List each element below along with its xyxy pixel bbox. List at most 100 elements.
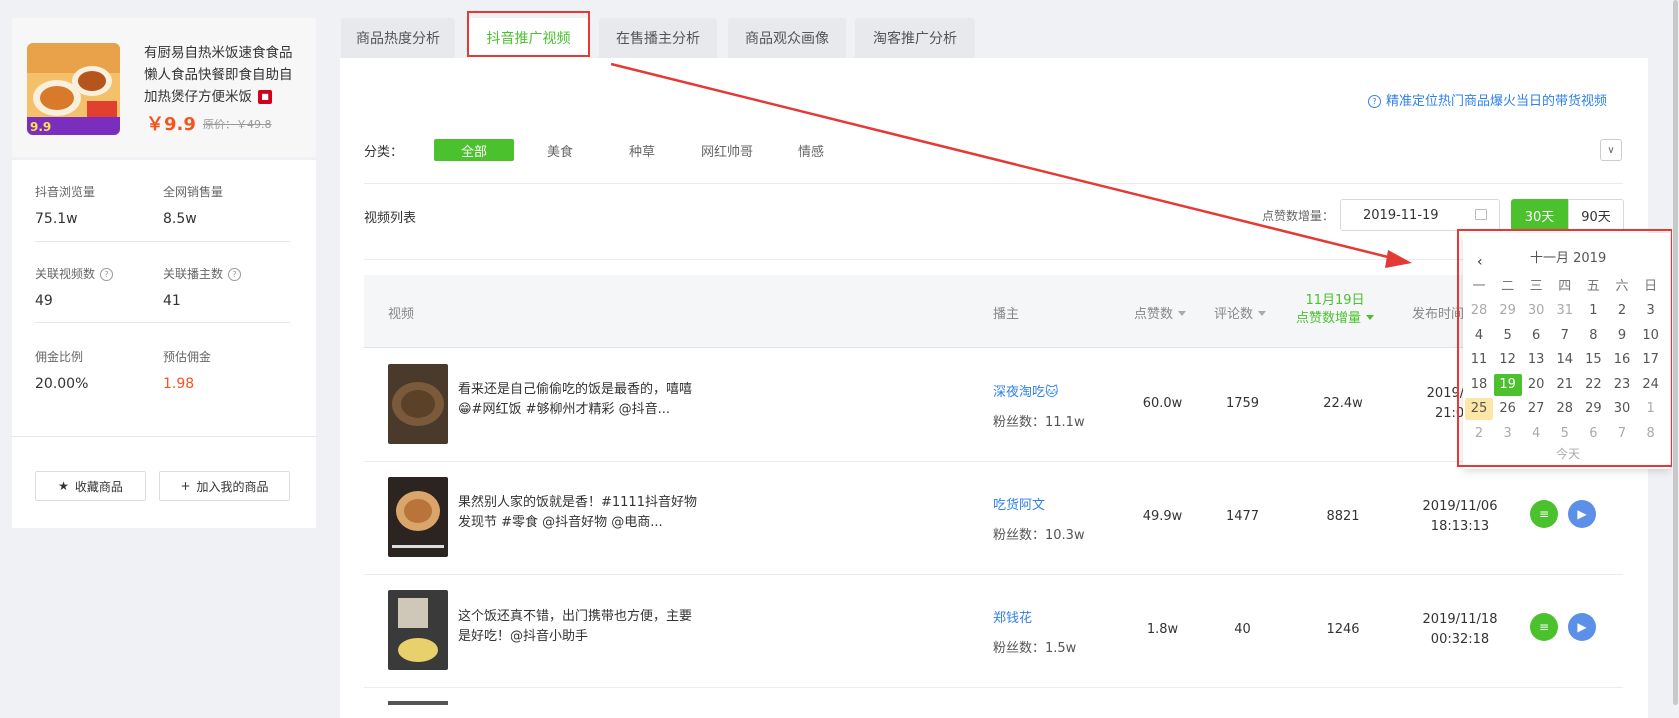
like-increase-value: 1246 <box>1326 622 1360 637</box>
divider <box>364 259 1623 260</box>
category-label: 分类： <box>364 145 404 160</box>
anchor-name-link[interactable]: 郑钱花 <box>993 607 1032 626</box>
anchor-name-link[interactable]: 深夜淘吃🐱 <box>993 381 1059 400</box>
publish-date: 2019/11/18 <box>1422 612 1498 627</box>
category-emotion[interactable]: 情感 <box>789 139 833 161</box>
category-all[interactable]: 全部 <box>434 139 514 161</box>
sort-down-icon <box>1366 315 1375 320</box>
stat-label-anchors-text: 关联播主数 <box>163 267 224 281</box>
video-description[interactable]: 这个饭还真不错，出门携带也方便，主要是好吃！@抖音小助手 <box>458 607 703 647</box>
tab-hot-analysis[interactable]: 商品热度分析 <box>341 18 455 58</box>
product-original-price: 原价：￥49.8 <box>203 118 272 131</box>
col-like-increase-day: 11月19日 <box>1305 293 1365 308</box>
stat-label-est-commission: 预估佣金 <box>163 350 212 364</box>
play-video-button[interactable]: ▶ <box>1568 500 1596 528</box>
publish-clock: 18:13:13 <box>1430 519 1490 534</box>
calendar-icon <box>1475 209 1487 220</box>
stat-value-commission-rate: 20.00% <box>35 376 89 392</box>
product-title[interactable]: 有厨易自热米饭速食食品懒人食品快餐即食自助自加热煲仔方便米饭 ■ <box>144 42 304 108</box>
col-comments[interactable]: 评论数 <box>1214 303 1267 322</box>
list-icon: ≡ <box>1538 620 1550 634</box>
favorite-label: 收藏商品 <box>74 479 123 494</box>
help-icon[interactable]: ? <box>228 268 242 281</box>
stat-label-anchors: 关联播主数? <box>163 265 242 282</box>
date-filter-label: 点赞数增量： <box>1262 209 1335 223</box>
row-divider <box>364 461 1623 462</box>
stat-label-videos: 关联视频数? <box>35 265 114 282</box>
detail-list-button[interactable]: ≡ <box>1530 613 1558 641</box>
tab-audience-profile[interactable]: 商品观众画像 <box>728 18 846 58</box>
star-icon: ★ <box>58 479 69 493</box>
hint-link-text: 精准定位热门商品爆火当日的带货视频 <box>1386 94 1608 109</box>
play-icon: ▶ <box>1577 507 1587 521</box>
expand-categories-button[interactable]: ∨ <box>1600 139 1622 161</box>
col-like-increase[interactable]: 11月19日 点赞数增量 <box>1296 292 1375 328</box>
add-mine-label: 加入我的商品 <box>196 479 269 494</box>
stat-value-sales: 8.5w <box>163 211 197 227</box>
divider <box>35 322 290 323</box>
like-increase-value: 22.4w <box>1323 396 1363 411</box>
comments-value: 1477 <box>1225 509 1260 524</box>
video-thumbnail-partial <box>388 701 448 705</box>
stat-value-anchors: 41 <box>163 293 181 309</box>
chevron-down-icon: ∨ <box>1607 144 1615 156</box>
row-divider <box>364 687 1623 688</box>
stat-label-sales: 全网销售量 <box>163 185 224 199</box>
col-like-increase-label: 点赞数增量 <box>1296 311 1362 326</box>
stat-label-views: 抖音浏览量 <box>35 185 96 199</box>
detail-list-button[interactable]: ≡ <box>1530 500 1558 528</box>
like-increase-value: 8821 <box>1326 509 1360 524</box>
publish-clock: 00:32:18 <box>1430 632 1490 647</box>
tab-taoke-analysis[interactable]: 淘客推广分析 <box>855 18 975 58</box>
tab-anchor-analysis[interactable]: 在售播主分析 <box>599 18 717 58</box>
product-image[interactable]: 9.9 <box>27 43 120 135</box>
video-description[interactable]: 看来还是自己偷偷吃的饭是最香的，嘻嘻😁#网红饭 #够柳州才精彩 @抖音... <box>458 380 703 420</box>
tmall-badge-icon: ■ <box>258 90 272 104</box>
hint-link[interactable]: ? 精准定位热门商品爆火当日的带货视频 <box>1368 90 1607 109</box>
video-list-title: 视频列表 <box>364 211 417 226</box>
stat-label-videos-text: 关联视频数 <box>35 267 96 281</box>
publish-date: 2019/11/06 <box>1422 499 1498 514</box>
stat-value-views: 75.1w <box>35 211 78 227</box>
video-thumbnail[interactable] <box>388 477 448 557</box>
anchor-fans: 粉丝数：11.1w <box>993 415 1085 430</box>
col-likes-label: 点赞数 <box>1134 307 1174 322</box>
publish-time: 2019/11/06 18:13:13 <box>1405 497 1515 537</box>
divider <box>35 241 290 242</box>
scrollbar-thumb[interactable] <box>1673 0 1678 705</box>
divider <box>364 183 1623 184</box>
svg-text:9.9: 9.9 <box>30 120 51 134</box>
publish-time: 2019/11/18 00:32:18 <box>1405 610 1515 650</box>
anchor-name-link[interactable]: 吃货阿文 <box>993 494 1045 513</box>
date-picker-input[interactable]: 2019-11-19 <box>1340 199 1500 231</box>
category-food[interactable]: 美食 <box>538 139 582 161</box>
stat-label-commission-rate: 佣金比例 <box>35 350 84 364</box>
video-thumbnail[interactable] <box>388 590 448 670</box>
category-grass[interactable]: 种草 <box>620 139 664 161</box>
help-icon[interactable]: ? <box>100 268 114 281</box>
play-video-button[interactable]: ▶ <box>1568 613 1596 641</box>
sort-down-icon <box>1258 311 1267 316</box>
range-90-days-button[interactable]: 90天 <box>1568 199 1624 231</box>
tab-highlight-box <box>467 11 590 57</box>
video-thumbnail[interactable] <box>388 364 448 444</box>
col-anchor: 播主 <box>993 307 1020 322</box>
stat-value-videos: 49 <box>35 293 53 309</box>
play-icon: ▶ <box>1577 620 1587 634</box>
row-divider <box>364 574 1623 575</box>
question-icon: ? <box>1368 95 1381 108</box>
anchor-fans: 粉丝数：10.3w <box>993 528 1085 543</box>
col-comments-label: 评论数 <box>1214 307 1254 322</box>
divider <box>12 436 316 437</box>
product-price: ￥9.9 <box>146 114 196 135</box>
col-likes[interactable]: 点赞数 <box>1134 303 1187 322</box>
range-30-days-button[interactable]: 30天 <box>1511 199 1568 231</box>
favorite-button[interactable]: ★ 收藏商品 <box>35 471 146 501</box>
comments-value: 1759 <box>1225 396 1260 411</box>
category-hunk[interactable]: 网红帅哥 <box>695 139 759 161</box>
add-mine-button[interactable]: + 加入我的商品 <box>159 471 290 501</box>
comments-value: 40 <box>1234 622 1251 637</box>
anchor-fans: 粉丝数：1.5w <box>993 641 1077 656</box>
video-description[interactable]: 果然别人家的饭就是香！#1111抖音好物发现节 #零食 @抖音好物 @电商... <box>458 493 703 533</box>
date-value: 2019-11-19 <box>1363 207 1439 223</box>
